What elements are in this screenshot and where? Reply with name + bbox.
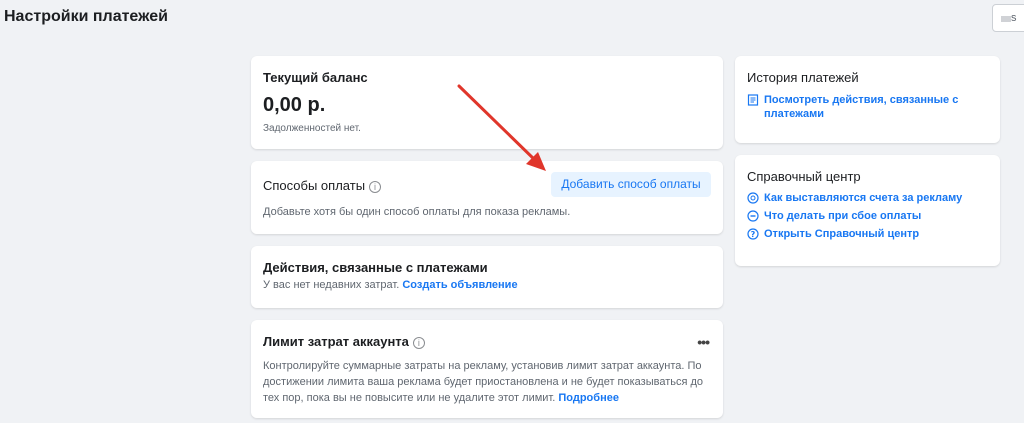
top-right-button-label: s	[1011, 12, 1017, 24]
add-payment-method-button[interactable]: Добавить способ оплаты	[551, 172, 711, 197]
help-link-open-help-center-label: Открыть Справочный центр	[764, 228, 920, 240]
help-link-billing-label: Как выставляются счета за рекламу	[764, 192, 963, 204]
learn-more-link[interactable]: Подробнее	[558, 392, 619, 404]
spend-limit-title: Лимит затрат аккаунта	[263, 334, 409, 349]
question-circle-icon: ?	[747, 228, 759, 240]
payment-methods-title: Способы оплаты	[263, 178, 366, 193]
spend-limit-text: Контролируйте суммарные затраты на рекла…	[263, 360, 704, 404]
blurred-content	[1001, 16, 1011, 22]
help-center-title: Справочный центр	[747, 169, 861, 184]
view-payment-activity-label: Посмотреть действия, связанные с платежа…	[764, 94, 959, 120]
balance-card: Текущий баланс 0,00 р. Задолженностей не…	[251, 56, 723, 149]
help-link-open-help-center[interactable]: ? Открыть Справочный центр	[747, 227, 987, 241]
payment-history-card: История платежей Посмотреть действия, св…	[735, 56, 1000, 143]
payment-actions-card: Действия, связанные с платежами У вас не…	[251, 246, 723, 308]
more-options-button[interactable]: •••	[697, 334, 710, 350]
info-icon[interactable]: i	[412, 336, 425, 349]
document-icon	[747, 94, 759, 106]
help-link-payment-failure-label: Что делать при сбое оплаты	[764, 210, 922, 222]
spend-limit-heading: Лимит затрат аккаунта i	[263, 334, 425, 349]
info-icon[interactable]: i	[369, 180, 382, 193]
help-link-payment-failure[interactable]: Что делать при сбое оплаты	[747, 209, 987, 223]
payment-methods-hint: Добавьте хотя бы один способ оплаты для …	[263, 206, 571, 218]
svg-text:?: ?	[751, 230, 756, 239]
spend-limit-description: Контролируйте суммарные затраты на рекла…	[263, 358, 715, 406]
balance-amount: 0,00 р.	[263, 94, 326, 116]
balance-note: Задолженностей нет.	[263, 123, 361, 134]
payment-methods-card: Способы оплаты i Добавить способ оплаты Д…	[251, 161, 723, 234]
coins-icon	[747, 192, 759, 204]
payment-actions-title: Действия, связанные с платежами	[263, 260, 488, 275]
payment-actions-text-row: У вас нет недавних затрат. Создать объяв…	[263, 279, 518, 291]
help-link-billing[interactable]: Как выставляются счета за рекламу	[747, 191, 987, 205]
help-center-card: Справочный центр Как выставляются счета …	[735, 155, 1000, 266]
payment-history-title: История платежей	[747, 70, 859, 85]
view-payment-activity-link[interactable]: Посмотреть действия, связанные с платежа…	[747, 93, 987, 121]
payment-actions-text: У вас нет недавних затрат.	[263, 279, 400, 291]
top-right-button[interactable]: s	[992, 4, 1024, 32]
payment-methods-heading: Способы оплаты i	[263, 178, 382, 193]
minus-circle-icon	[747, 210, 759, 222]
page-title: Настройки платежей	[4, 8, 168, 25]
spend-limit-card: Лимит затрат аккаунта i ••• Контролируйте…	[251, 320, 723, 418]
balance-title: Текущий баланс	[263, 70, 368, 85]
create-ad-link[interactable]: Создать объявление	[402, 279, 517, 291]
